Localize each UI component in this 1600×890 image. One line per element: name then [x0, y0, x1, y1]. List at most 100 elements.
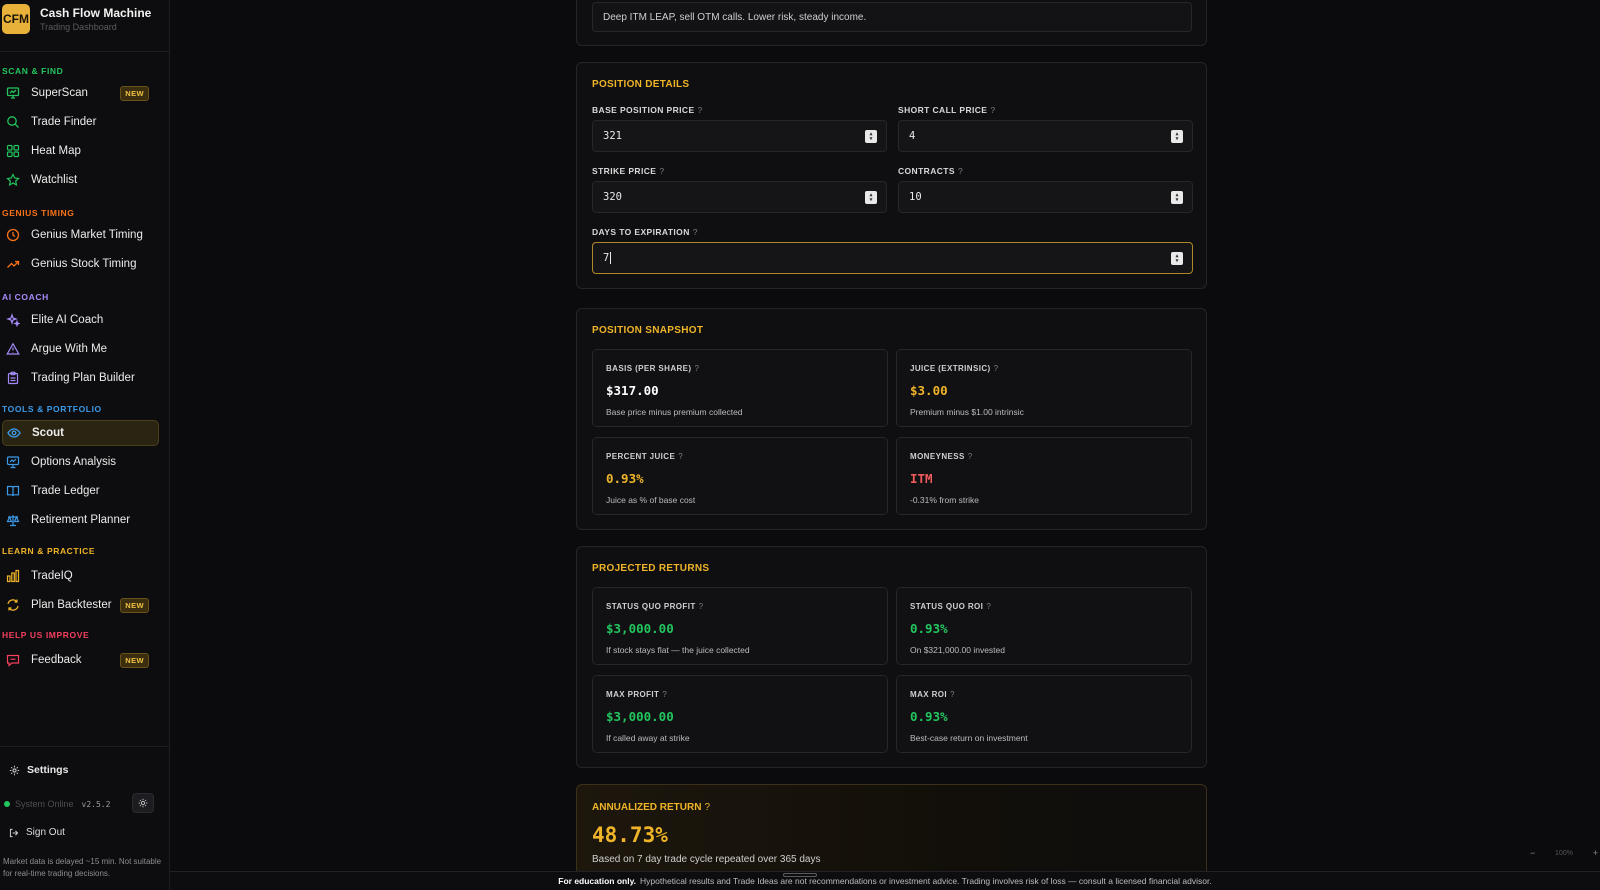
- grid-icon: [6, 144, 20, 158]
- contracts-input[interactable]: 10 ▲ ▼: [898, 181, 1193, 213]
- search-icon: [6, 115, 20, 129]
- sidebar-item-trade-ledger[interactable]: Trade Ledger: [2, 478, 159, 504]
- zoom-in-button[interactable]: +: [1593, 848, 1598, 858]
- sidebar-item-plan-backtester[interactable]: Plan Backtester NEW: [2, 592, 159, 618]
- sidebar-item-tradeiq[interactable]: TradeIQ: [2, 563, 159, 589]
- scale-icon: [6, 513, 20, 527]
- eye-icon: [7, 426, 21, 440]
- sidebar-item-label: Trade Finder: [31, 116, 97, 128]
- juice-stat: JUICE (EXTRINSIC)? $3.00 Premium minus $…: [896, 349, 1192, 427]
- sidebar-item-elite-ai-coach[interactable]: Elite AI Coach: [2, 307, 159, 333]
- moneyness-value: ITM: [910, 471, 933, 486]
- sidebar-item-label: Elite AI Coach: [31, 314, 104, 326]
- logout-icon: [9, 828, 19, 838]
- sidebar-item-label: Genius Stock Timing: [31, 258, 137, 270]
- card-title: POSITION SNAPSHOT: [592, 325, 704, 336]
- refresh-icon: [6, 598, 20, 612]
- help-icon[interactable]: ?: [950, 690, 955, 699]
- zoom-out-button[interactable]: −: [1530, 848, 1535, 858]
- gear-icon: [9, 765, 20, 776]
- brand[interactable]: CFM Cash Flow Machine Trading Dashboard: [2, 4, 151, 34]
- base-price-input[interactable]: 321 ▲ ▼: [592, 120, 887, 152]
- new-badge: NEW: [120, 86, 149, 101]
- sidebar-item-genius-stock-timing[interactable]: Genius Stock Timing: [2, 251, 159, 277]
- sidebar-item-label: Trade Ledger: [31, 485, 100, 497]
- divider: [0, 746, 169, 747]
- help-icon[interactable]: ?: [659, 166, 664, 176]
- sign-out-button[interactable]: Sign Out: [9, 827, 65, 838]
- help-icon[interactable]: ?: [698, 105, 703, 115]
- percent-juice-stat: PERCENT JUICE? 0.93% Juice as % of base …: [592, 437, 888, 515]
- section-scan-find: SCAN & FIND: [2, 66, 64, 76]
- projected-returns-card: PROJECTED RETURNS STATUS QUO PROFIT? $3,…: [576, 546, 1207, 768]
- annualized-return-desc: Based on 7 day trade cycle repeated over…: [592, 854, 821, 865]
- sidebar-item-genius-market-timing[interactable]: Genius Market Timing: [2, 222, 159, 248]
- sidebar-item-superscan[interactable]: SuperScan NEW: [2, 80, 159, 106]
- settings-label: Settings: [27, 764, 69, 776]
- version-label: v2.5.2: [81, 799, 111, 809]
- sidebar-item-trading-plan-builder[interactable]: Trading Plan Builder: [2, 365, 159, 391]
- trend-up-icon: [6, 257, 20, 271]
- app-logo: CFM: [2, 4, 30, 34]
- sidebar-item-label: Retirement Planner: [31, 514, 131, 526]
- status-text: System Online: [15, 799, 74, 809]
- sidebar-item-label: Genius Market Timing: [31, 229, 143, 241]
- sidebar-item-trade-finder[interactable]: Trade Finder: [2, 109, 159, 135]
- sidebar-item-label: Feedback: [31, 654, 82, 666]
- help-icon[interactable]: ?: [704, 802, 710, 813]
- sidebar-item-options-analysis[interactable]: Options Analysis: [2, 449, 159, 475]
- theme-toggle-button[interactable]: [132, 793, 154, 813]
- clipboard-icon: [6, 371, 20, 385]
- sidebar-item-label: Trading Plan Builder: [31, 372, 135, 384]
- settings-button[interactable]: Settings: [9, 764, 68, 776]
- sparkles-icon: [6, 313, 20, 327]
- footer-drag-handle[interactable]: [783, 873, 817, 877]
- help-icon[interactable]: ?: [986, 602, 991, 611]
- moneyness-desc: -0.31% from strike: [910, 495, 979, 505]
- days-to-expiration-input[interactable]: 7 ▲ ▼: [592, 242, 1193, 274]
- sidebar-item-retirement-planner[interactable]: Retirement Planner: [2, 507, 159, 533]
- stepper-icon[interactable]: ▲ ▼: [1171, 252, 1183, 265]
- market-data-disclaimer: Market data is delayed ~15 min. Not suit…: [3, 857, 162, 878]
- section-tools-portfolio: TOOLS & PORTFOLIO: [2, 404, 102, 414]
- new-badge: NEW: [120, 653, 149, 668]
- sidebar-item-label: Options Analysis: [31, 456, 117, 468]
- short-call-value: 4: [909, 130, 916, 142]
- help-icon[interactable]: ?: [994, 364, 999, 373]
- help-icon[interactable]: ?: [968, 452, 973, 461]
- position-snapshot-card: POSITION SNAPSHOT BASIS (PER SHARE)? $31…: [576, 308, 1207, 530]
- stepper-icon[interactable]: ▲ ▼: [1171, 130, 1183, 143]
- status-quo-roi-desc: On $321,000.00 invested: [910, 645, 1005, 655]
- help-icon[interactable]: ?: [693, 227, 698, 237]
- help-icon[interactable]: ?: [694, 364, 699, 373]
- sidebar-item-feedback[interactable]: Feedback NEW: [2, 647, 159, 673]
- short-call-label: SHORT CALL PRICE?: [898, 105, 996, 115]
- sidebar-item-label: Argue With Me: [31, 343, 108, 355]
- sidebar-item-scout[interactable]: Scout: [2, 420, 159, 446]
- short-call-input[interactable]: 4 ▲ ▼: [898, 120, 1193, 152]
- app-title: Cash Flow Machine: [40, 6, 152, 20]
- sidebar-item-watchlist[interactable]: Watchlist: [2, 167, 159, 193]
- contracts-value: 10: [909, 191, 922, 203]
- help-icon[interactable]: ?: [678, 452, 683, 461]
- text-cursor: [610, 252, 612, 264]
- stepper-icon[interactable]: ▲ ▼: [1171, 191, 1183, 204]
- strategy-card: Deep ITM LEAP, sell OTM calls. Lower ris…: [576, 0, 1207, 46]
- sidebar-item-heat-map[interactable]: Heat Map: [2, 138, 159, 164]
- stepper-icon[interactable]: ▲ ▼: [865, 191, 877, 204]
- status-quo-profit-desc: If stock stays flat — the juice collecte…: [606, 645, 750, 655]
- dte-label: DAYS TO EXPIRATION?: [592, 227, 698, 237]
- juice-desc: Premium minus $1.00 intrinsic: [910, 407, 1024, 417]
- help-icon[interactable]: ?: [958, 166, 963, 176]
- annualized-return-value: 48.73%: [592, 823, 668, 847]
- help-icon[interactable]: ?: [662, 690, 667, 699]
- sidebar-item-argue-with-me[interactable]: Argue With Me: [2, 336, 159, 362]
- help-icon[interactable]: ?: [990, 105, 995, 115]
- help-icon[interactable]: ?: [699, 602, 704, 611]
- strike-price-value: 320: [603, 191, 622, 203]
- strike-price-input[interactable]: 320 ▲ ▼: [592, 181, 887, 213]
- card-title: PROJECTED RETURNS: [592, 563, 710, 574]
- stepper-icon[interactable]: ▲ ▼: [865, 130, 877, 143]
- book-icon: [6, 484, 20, 498]
- section-genius-timing: GENIUS TIMING: [2, 208, 75, 218]
